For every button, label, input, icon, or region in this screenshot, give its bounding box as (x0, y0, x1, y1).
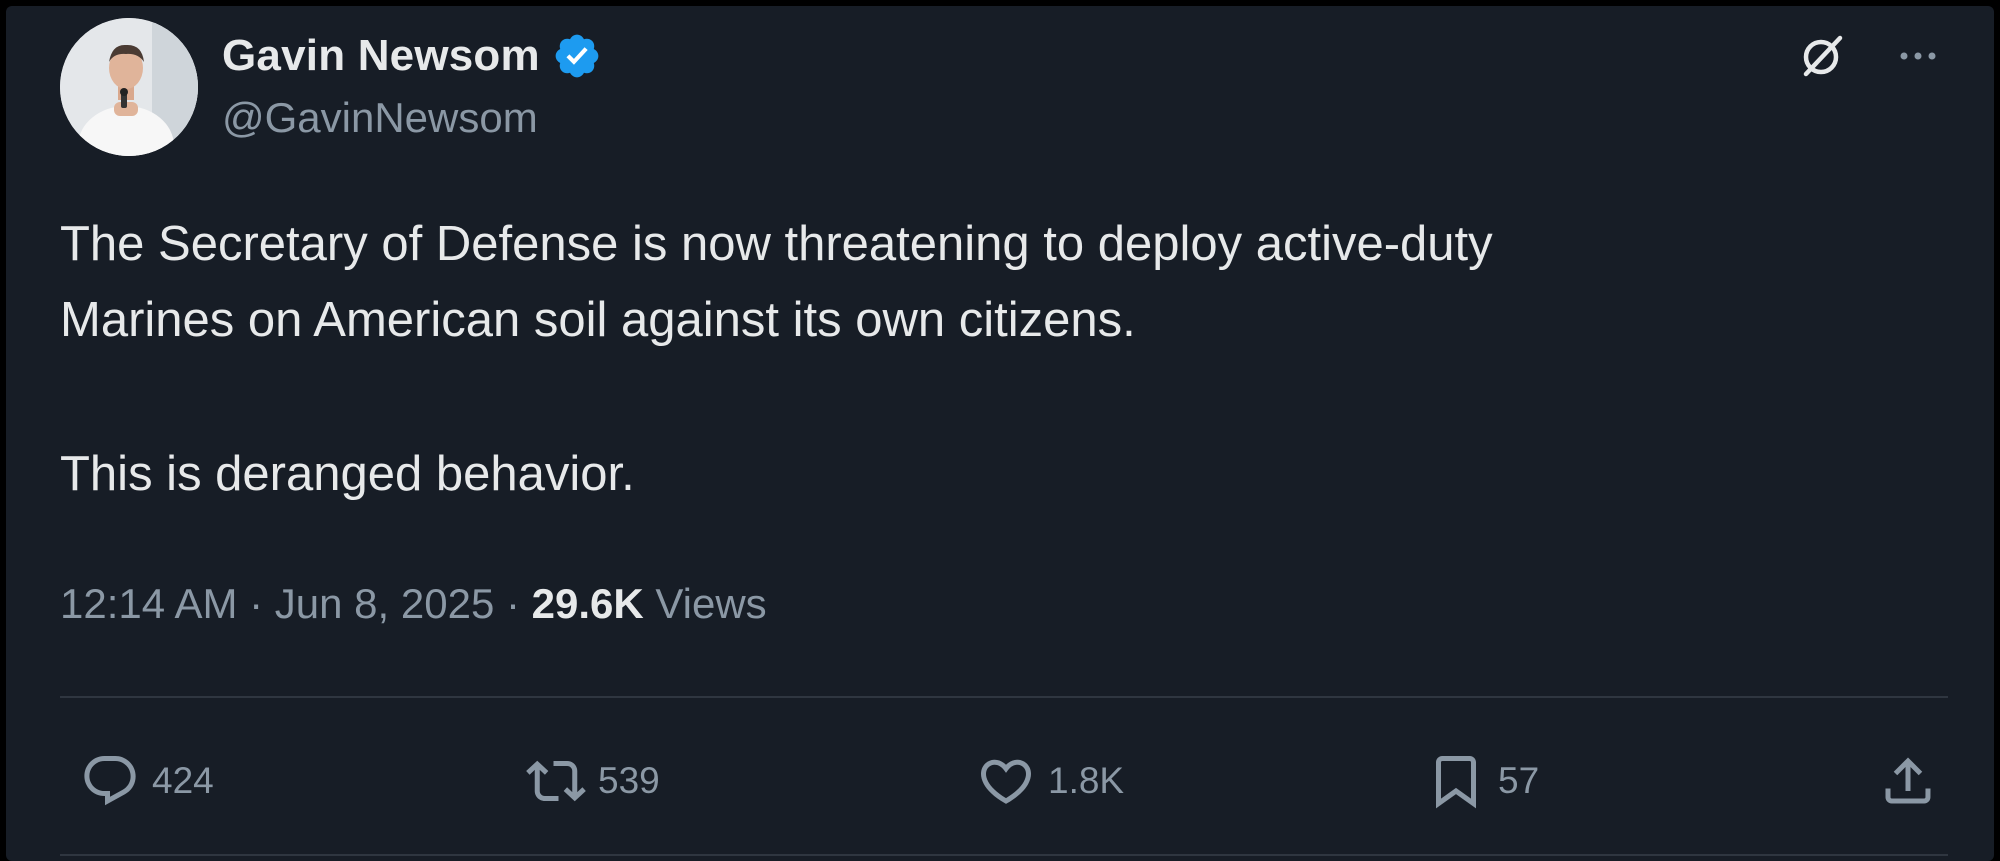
views-label: Views (655, 580, 767, 627)
tweet-text-line: The Secretary of Defense is now threaten… (60, 217, 1493, 271)
author-display-name[interactable]: Gavin Newsom (222, 31, 540, 81)
person-portrait-icon (60, 18, 198, 156)
share-icon (1885, 757, 1931, 804)
screenshot-frame: Gavin Newsom @GavinNewsom The Secretary … (0, 0, 2000, 861)
tweet-header-actions (1794, 28, 1946, 84)
avatar[interactable] (60, 18, 198, 156)
reply-count: 424 (152, 760, 214, 801)
repost-button[interactable]: 539 (526, 750, 660, 812)
meta-separator: · (249, 580, 275, 627)
share-button[interactable] (1878, 750, 1950, 812)
bookmark-icon (1436, 756, 1476, 809)
tweet-body: The Secretary of Defense is now threaten… (60, 206, 1860, 512)
grok-icon[interactable] (1794, 28, 1850, 84)
more-icon[interactable] (1890, 28, 1946, 84)
reply-icon (84, 756, 136, 806)
tweet-time[interactable]: 12:14 AM (60, 580, 237, 627)
author-name-row: Gavin Newsom (222, 28, 602, 84)
bookmark-count: 57 (1498, 760, 1540, 801)
divider (60, 696, 1948, 698)
repost-icon (526, 760, 586, 802)
verified-badge-icon (555, 34, 599, 78)
tweet-meta: 12:14 AM · Jun 8, 2025 · 29.6K Views (60, 580, 767, 628)
tweet-text-line: Marines on American soil against its own… (60, 293, 1136, 347)
tweet-card: Gavin Newsom @GavinNewsom The Secretary … (6, 6, 1994, 861)
like-count: 1.8K (1048, 760, 1125, 801)
tweet-date[interactable]: Jun 8, 2025 (275, 580, 495, 627)
reply-button[interactable]: 424 (80, 750, 214, 812)
tweet-text-line: This is deranged behavior. (60, 447, 635, 501)
divider (60, 854, 1948, 856)
views-count: 29.6K (531, 580, 644, 627)
bookmark-button[interactable]: 57 (1426, 750, 1539, 812)
like-button[interactable]: 1.8K (976, 750, 1124, 812)
repost-count: 539 (598, 760, 660, 801)
author-handle[interactable]: @GavinNewsom (222, 94, 538, 142)
meta-separator: · (505, 580, 532, 627)
heart-icon (980, 759, 1032, 804)
